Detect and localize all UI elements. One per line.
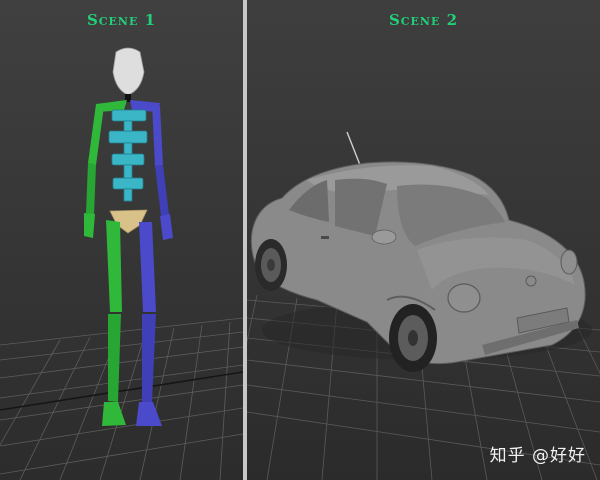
grid-axis-line xyxy=(0,371,243,411)
skull[interactable] xyxy=(112,47,145,96)
headlight xyxy=(447,283,481,313)
car-model[interactable] xyxy=(250,131,592,372)
left-hand[interactable] xyxy=(84,213,95,238)
headlight-right xyxy=(560,249,578,275)
scene-1-canvas[interactable] xyxy=(0,0,243,480)
watermark-text: 知乎 @好好 xyxy=(489,446,586,466)
left-upper-arm[interactable] xyxy=(88,104,104,165)
right-hand[interactable] xyxy=(160,214,173,240)
right-thigh[interactable] xyxy=(139,222,156,312)
right-forearm[interactable] xyxy=(155,165,169,216)
scene-2-canvas[interactable] xyxy=(247,0,600,480)
left-forearm[interactable] xyxy=(86,163,96,215)
antenna[interactable] xyxy=(346,131,361,166)
biped-skeleton[interactable] xyxy=(84,47,173,426)
left-calf[interactable] xyxy=(108,314,121,402)
ground-grid xyxy=(0,317,243,480)
right-foot[interactable] xyxy=(136,402,162,426)
viewport-scene-1[interactable]: Scene 1 xyxy=(0,0,243,480)
right-upper-arm[interactable] xyxy=(152,104,163,166)
door-handle xyxy=(321,236,329,239)
spine[interactable] xyxy=(108,109,148,202)
side-mirror[interactable] xyxy=(371,229,397,245)
left-thigh[interactable] xyxy=(106,220,122,312)
rear-wheel[interactable] xyxy=(255,239,287,291)
viewport-scene-2[interactable]: Scene 2 知乎 @好好 xyxy=(247,0,600,480)
left-foot[interactable] xyxy=(102,402,126,426)
right-calf[interactable] xyxy=(142,314,156,402)
front-wheel[interactable] xyxy=(389,304,437,372)
